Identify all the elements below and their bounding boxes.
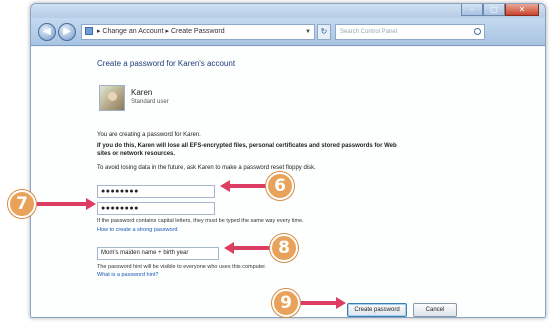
search-placeholder: Search Control Panel — [340, 29, 398, 35]
address-bar[interactable]: ▸ Change an Account ▸ Create Password ▼ — [81, 24, 315, 40]
new-password-field[interactable]: ●●●●●●●● — [97, 185, 215, 198]
warning-text-cont: sites or network resources. — [97, 151, 176, 157]
chevron-right-icon: ▸ — [96, 28, 101, 35]
user-name: Karen — [131, 88, 153, 97]
control-panel-window: – □ ✕ ◀ ▶ ▸ Change an Account ▸ Create P… — [30, 3, 546, 318]
chevron-right-icon: ▸ — [165, 28, 169, 35]
forward-button[interactable]: ▶ — [58, 23, 76, 41]
password-hint-link[interactable]: What is a password hint? — [97, 272, 158, 278]
control-panel-icon — [85, 27, 93, 36]
cancel-button[interactable]: Cancel — [413, 303, 457, 317]
callout-6: 6 — [266, 172, 294, 200]
maximize-button[interactable]: □ — [483, 4, 505, 16]
warning-text: If you do this, Karen will lose all EFS-… — [97, 143, 397, 149]
info-text: You are creating a password for Karen. — [97, 132, 201, 138]
callout-7: 7 — [8, 190, 36, 218]
window-controls: – □ ✕ — [461, 4, 539, 16]
title-bar: – □ ✕ — [31, 4, 545, 18]
arrow-9 — [301, 301, 337, 305]
confirm-password-field[interactable]: ●●●●●●●● — [97, 202, 215, 215]
hint-visibility-text: The password hint will be visible to eve… — [97, 264, 267, 270]
page-title: Create a password for Karen's account — [97, 59, 236, 68]
refresh-button[interactable]: ↻ — [317, 24, 331, 40]
strong-password-link[interactable]: How to create a strong password — [97, 227, 177, 233]
search-input[interactable]: Search Control Panel — [335, 24, 485, 40]
arrow-8 — [232, 246, 270, 250]
close-button[interactable]: ✕ — [505, 4, 539, 16]
search-icon[interactable] — [474, 28, 481, 35]
password-hint-field[interactable]: Mom's maiden name + birth year — [97, 247, 219, 260]
callout-9: 9 — [272, 289, 300, 317]
breadcrumb-item[interactable]: Change an Account — [102, 28, 163, 35]
avatar — [99, 85, 125, 111]
create-password-button[interactable]: Create password — [347, 303, 407, 317]
back-button[interactable]: ◀ — [38, 23, 56, 41]
user-type: Standard user — [131, 99, 169, 105]
minimize-button[interactable]: – — [461, 4, 483, 16]
reset-disk-text: To avoid losing data in the future, ask … — [97, 165, 316, 171]
breadcrumb-item[interactable]: Create Password — [171, 28, 225, 35]
arrow-7-head — [86, 198, 96, 210]
arrow-9-head — [336, 297, 346, 309]
chevron-down-icon[interactable]: ▼ — [305, 25, 311, 39]
arrow-6 — [228, 184, 266, 188]
callout-8: 8 — [270, 234, 298, 262]
navigation-bar: ◀ ▶ ▸ Change an Account ▸ Create Passwor… — [31, 18, 545, 46]
caps-hint-text: If the password contains capital letters… — [97, 218, 304, 224]
arrow-7 — [37, 202, 87, 206]
